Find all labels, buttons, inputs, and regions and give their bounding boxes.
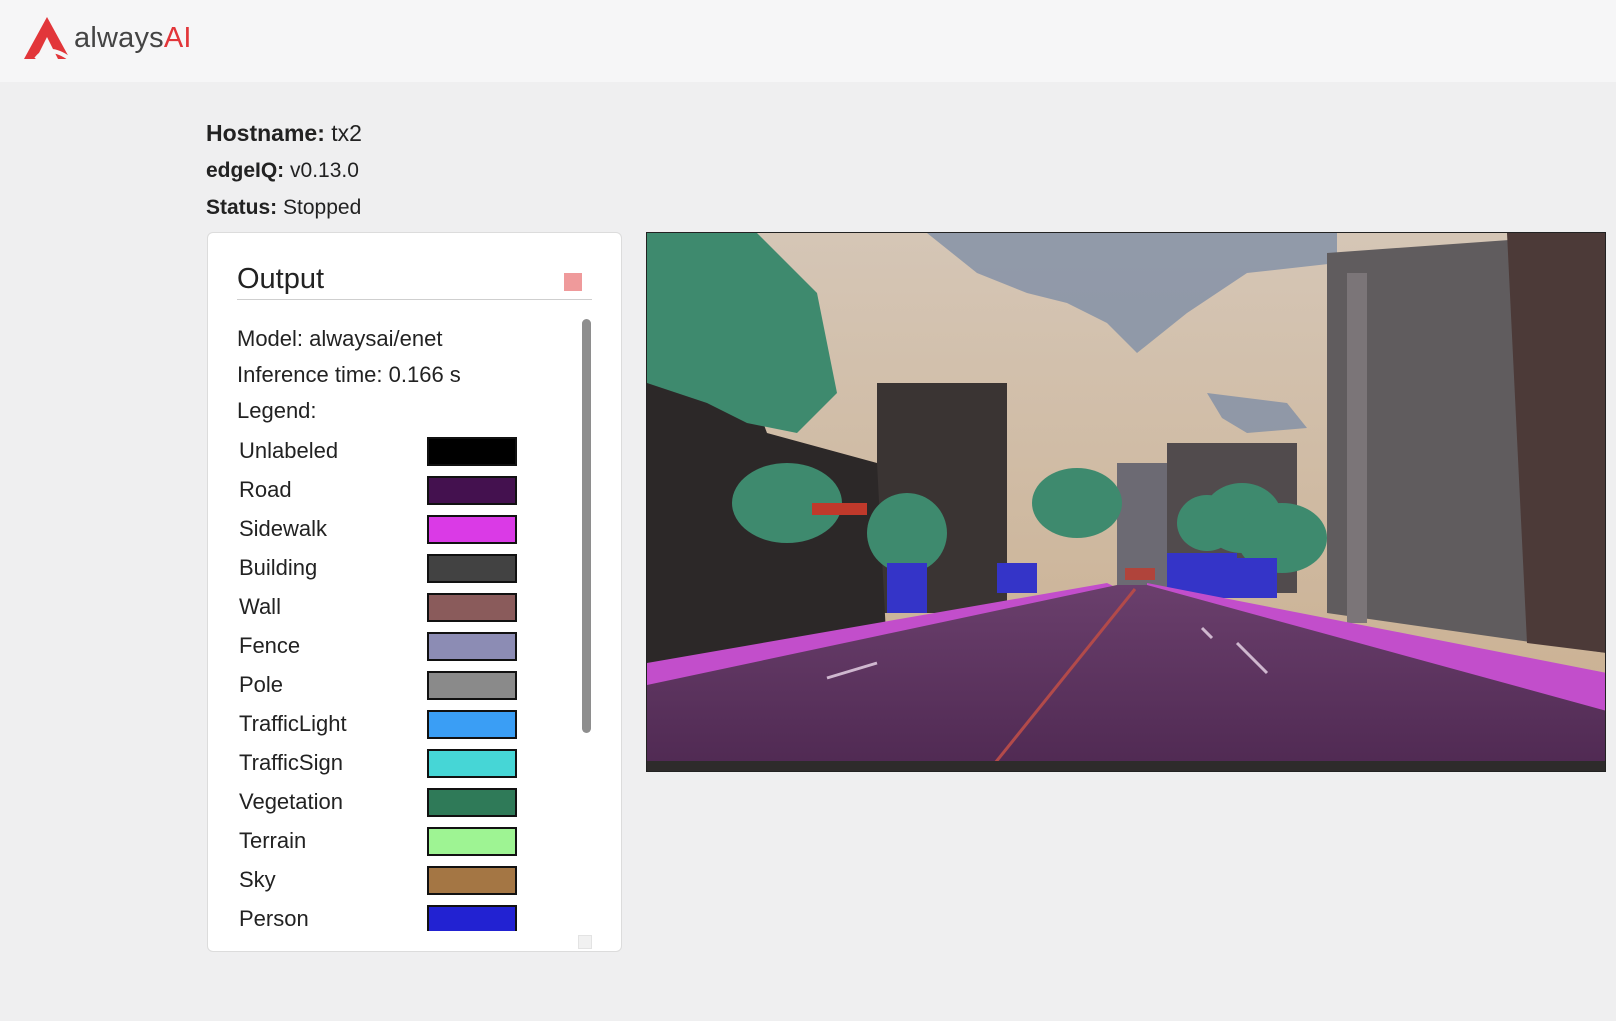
output-panel: Output Model: alwaysai/enet Inference ti…: [207, 232, 622, 952]
legend-label: Vegetation: [239, 788, 343, 814]
legend-label: Fence: [239, 632, 301, 658]
legend-row: Sidewalk: [237, 509, 577, 548]
legend-color-swatch: [427, 710, 517, 739]
legend-color-swatch: [427, 905, 517, 931]
stop-button[interactable]: [564, 273, 582, 291]
legend-label: Sidewalk: [239, 515, 328, 541]
status-label: Status:: [206, 196, 278, 219]
legend-color-swatch: [427, 632, 517, 661]
legend-row: Building: [237, 548, 577, 587]
legend-row: Vegetation: [237, 782, 577, 821]
resize-grip[interactable]: [578, 935, 592, 949]
inference-time-line: Inference time: 0.166 s: [237, 362, 461, 387]
status-line: Status: Stopped: [206, 196, 361, 220]
alwaysai-logo-icon: [24, 17, 72, 61]
legend-color-swatch: [427, 554, 517, 583]
legend-list: Unlabeled Road Sidewalk Building Wall Fence Po…: [237, 431, 577, 931]
legend-row: Fence: [237, 626, 577, 665]
legend-label: Person: [239, 905, 309, 931]
segmented-video-frame: [646, 232, 1606, 772]
title-divider: [237, 299, 592, 300]
legend-row: TrafficLight: [237, 704, 577, 743]
legend-color-swatch: [427, 515, 517, 544]
legend-heading: Legend:: [237, 398, 317, 423]
status-value: Stopped: [283, 196, 362, 219]
logo-text-prefix: always: [74, 21, 164, 54]
edgeiq-label: edgeIQ:: [206, 159, 285, 182]
top-bar: alwaysAI: [0, 0, 1616, 82]
legend-label: Road: [239, 476, 292, 502]
legend-row: TrafficSign: [237, 743, 577, 782]
model-line: Model: alwaysai/enet: [237, 326, 443, 351]
output-title: Output: [237, 263, 325, 295]
alwaysai-logo[interactable]: alwaysAI: [22, 14, 192, 62]
legend-row: Pole: [237, 665, 577, 704]
hostname-line: Hostname: tx2: [206, 120, 362, 147]
legend-color-swatch: [427, 749, 517, 778]
legend-row: Sky: [237, 860, 577, 899]
legend-label: Unlabeled: [239, 437, 339, 463]
legend-row: Person: [237, 899, 577, 931]
legend-label: Wall: [239, 593, 281, 619]
legend-label: Pole: [239, 671, 284, 697]
legend-label: Building: [239, 554, 318, 580]
legend-color-swatch: [427, 437, 517, 466]
legend-color-swatch: [427, 788, 517, 817]
legend-row: Road: [237, 470, 577, 509]
legend-row: Terrain: [237, 821, 577, 860]
legend-label: TrafficLight: [239, 710, 347, 736]
legend-color-swatch: [427, 671, 517, 700]
logo-text-suffix: AI: [163, 21, 192, 54]
legend-row: Unlabeled: [237, 431, 577, 470]
hostname-label: Hostname:: [206, 120, 325, 146]
legend-color-swatch: [427, 866, 517, 895]
output-scrollbar[interactable]: [582, 319, 591, 733]
logo-text: alwaysAI: [74, 22, 192, 55]
output-scroll-area[interactable]: Model: alwaysai/enet Inference time: 0.1…: [237, 321, 577, 931]
segmentation-image: [647, 233, 1605, 771]
legend-label: Terrain: [239, 827, 307, 853]
edgeiq-value: v0.13.0: [290, 159, 359, 182]
legend-color-swatch: [427, 476, 517, 505]
hostname-value: tx2: [331, 120, 362, 146]
edgeiq-line: edgeIQ: v0.13.0: [206, 159, 359, 183]
legend-color-swatch: [427, 593, 517, 622]
legend-color-swatch: [427, 827, 517, 856]
legend-row: Wall: [237, 587, 577, 626]
legend-label: TrafficSign: [239, 749, 343, 775]
legend-label: Sky: [239, 866, 276, 892]
